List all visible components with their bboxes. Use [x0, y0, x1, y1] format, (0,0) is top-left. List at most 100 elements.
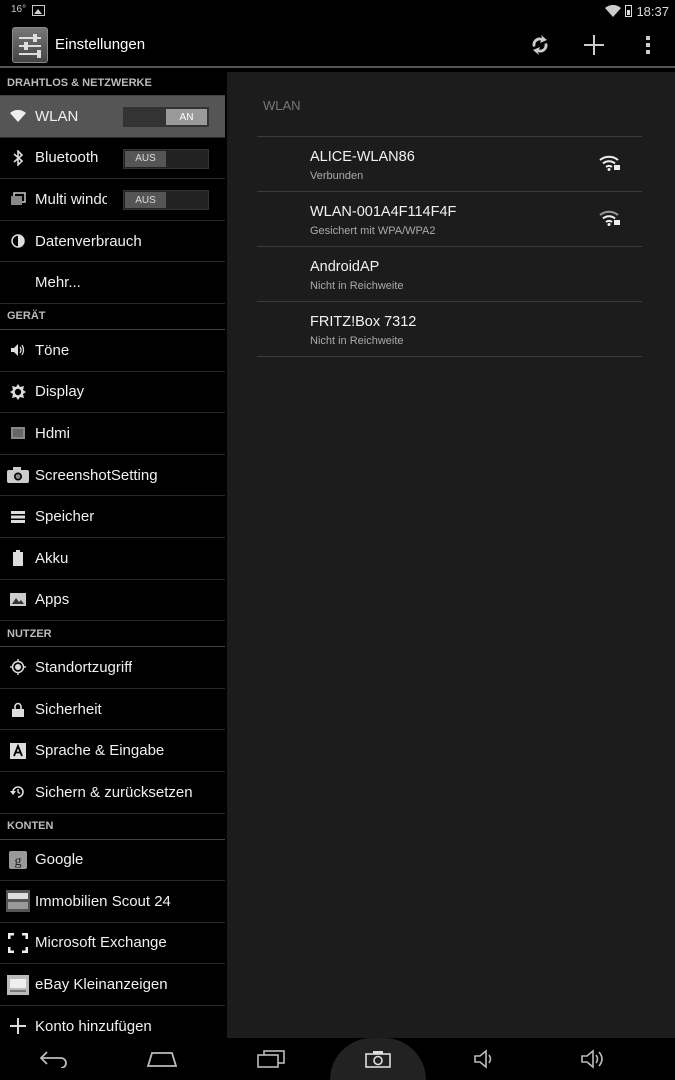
network-item[interactable]: WLAN-001A4F114F4F Gesichert mit WPA/WPA2 — [257, 192, 642, 247]
language-icon — [0, 742, 35, 759]
section-header-personal: NUTZER — [0, 621, 225, 648]
settings-item-label: Immobilien Scout 24 — [35, 892, 171, 910]
wlan-toggle[interactable]: AN — [123, 107, 209, 127]
status-bar: 16° 18:37 — [0, 0, 675, 22]
camera-icon — [0, 467, 35, 484]
settings-item-label: Speicher — [35, 508, 95, 526]
wifi-icon — [0, 110, 35, 123]
overflow-menu-button[interactable] — [632, 29, 664, 61]
settings-item-google[interactable]: g Google — [0, 840, 225, 882]
brightness-icon — [0, 383, 35, 400]
overflow-menu-icon — [646, 36, 650, 54]
hdmi-icon — [0, 426, 35, 440]
toggle-label: AUS — [125, 150, 166, 167]
settings-item-label: Mehr... — [35, 274, 81, 292]
settings-item-label: Akku — [35, 549, 69, 567]
settings-item-label: Standortzugriff — [35, 658, 133, 676]
google-icon: g — [0, 850, 35, 869]
action-bar: Einstellungen — [0, 22, 675, 68]
toggle-label: AUS — [125, 192, 166, 209]
settings-item-label: Töne — [35, 341, 70, 359]
toggle-label: AN — [166, 109, 207, 125]
settings-item-label: eBay Kleinanzeigen — [35, 976, 168, 994]
settings-list: DRAHTLOS & NETZWERKE WLAN AN Bluetooth A… — [0, 70, 225, 1038]
settings-item-location[interactable]: Standortzugriff — [0, 647, 225, 689]
back-button[interactable] — [34, 1043, 74, 1075]
network-item[interactable]: AndroidAP Nicht in Reichweite — [257, 247, 642, 302]
settings-item-storage[interactable]: Speicher — [0, 496, 225, 538]
wps-icon — [532, 35, 548, 55]
settings-item-wlan[interactable]: WLAN AN — [0, 96, 225, 138]
settings-item-label: Display — [35, 383, 85, 401]
settings-item-screenshot[interactable]: ScreenshotSetting — [0, 455, 225, 497]
settings-item-data-usage[interactable]: Datenverbrauch — [0, 221, 225, 263]
add-icon — [0, 1018, 35, 1035]
bluetooth-toggle[interactable]: AUS — [123, 148, 209, 169]
backup-icon — [0, 784, 35, 800]
settings-item-add-account[interactable]: Konto hinzufügen — [0, 1006, 225, 1038]
settings-item-label: Google — [35, 851, 84, 869]
volume-up-icon — [581, 1049, 603, 1069]
settings-item-label: Sprache & Eingabe — [35, 742, 165, 760]
svg-text:g: g — [14, 854, 21, 869]
settings-item-hdmi[interactable]: Hdmi — [0, 413, 225, 455]
settings-item-label: Apps — [35, 591, 70, 609]
network-status: Gesichert mit WPA/WPA2 — [310, 225, 436, 237]
location-icon — [0, 659, 35, 676]
volume-down-button[interactable] — [466, 1043, 506, 1075]
navigation-bar — [0, 1038, 675, 1080]
settings-item-security[interactable]: Sicherheit — [0, 689, 225, 731]
settings-item-apps[interactable]: Apps — [0, 580, 225, 622]
recent-apps-button[interactable] — [251, 1043, 291, 1075]
settings-item-label: Sicherheit — [35, 700, 102, 718]
settings-app-icon[interactable] — [12, 27, 48, 63]
settings-item-label: Multi window — [35, 190, 107, 208]
settings-item-battery[interactable]: Akku — [0, 538, 225, 580]
exchange-icon — [0, 932, 35, 953]
settings-item-exchange[interactable]: Microsoft Exchange — [0, 923, 225, 965]
data-usage-icon — [0, 234, 35, 248]
storage-icon — [0, 510, 35, 523]
settings-item-immoscout[interactable]: Immobilien Scout 24 — [0, 881, 225, 923]
home-button[interactable] — [142, 1043, 182, 1075]
volume-up-button[interactable] — [574, 1043, 614, 1075]
settings-item-label: Microsoft Exchange — [35, 934, 167, 952]
settings-item-backup[interactable]: Sichern & zurücksetzen — [0, 772, 225, 814]
section-header-device: GERÄT — [0, 304, 225, 330]
wifi-status-icon — [605, 5, 622, 17]
settings-item-bluetooth[interactable]: Bluetooth AUS — [0, 138, 225, 180]
recent-apps-icon — [257, 1050, 285, 1068]
settings-item-label: Bluetooth — [35, 149, 99, 167]
temperature-text: 16° — [11, 4, 27, 15]
wlan-panel-title: WLAN — [263, 98, 301, 113]
battery-status-icon — [625, 5, 633, 17]
network-status: Nicht in Reichweite — [310, 335, 404, 347]
plus-icon — [584, 35, 604, 55]
multi-window-icon — [0, 192, 35, 206]
divider — [257, 356, 642, 357]
settings-item-ebay[interactable]: eBay Kleinanzeigen — [0, 964, 225, 1006]
wps-button[interactable] — [524, 29, 556, 61]
bluetooth-icon — [0, 149, 35, 166]
settings-item-more[interactable]: Mehr... — [0, 262, 225, 304]
settings-item-multi-window[interactable]: Multi window AUS — [0, 179, 225, 221]
network-name: WLAN-001A4F114F4F — [310, 204, 457, 220]
settings-item-label: ScreenshotSetting — [35, 466, 158, 484]
multi-window-toggle[interactable]: AUS — [123, 190, 209, 211]
settings-item-display[interactable]: Display — [0, 372, 225, 414]
section-header-accounts: KONTEN — [0, 814, 225, 840]
network-status: Nicht in Reichweite — [310, 280, 404, 292]
network-item[interactable]: ALICE-WLAN86 Verbunden — [257, 137, 642, 192]
network-name: ALICE-WLAN86 — [310, 149, 415, 165]
image-notification-icon — [32, 5, 45, 16]
screenshot-button[interactable] — [358, 1043, 398, 1075]
add-network-button[interactable] — [578, 29, 610, 61]
settings-item-language[interactable]: Sprache & Eingabe — [0, 730, 225, 772]
network-name: FRITZ!Box 7312 — [310, 314, 417, 330]
settings-item-label: Sichern & zurücksetzen — [35, 783, 193, 801]
wifi-lock-signal-icon — [599, 155, 620, 171]
wlan-panel: WLAN ALICE-WLAN86 Verbunden WLAN-001A4F1… — [227, 72, 675, 1038]
settings-item-sound[interactable]: Töne — [0, 330, 225, 372]
network-item[interactable]: FRITZ!Box 7312 Nicht in Reichweite — [257, 302, 642, 357]
settings-item-label: WLAN — [35, 107, 79, 125]
